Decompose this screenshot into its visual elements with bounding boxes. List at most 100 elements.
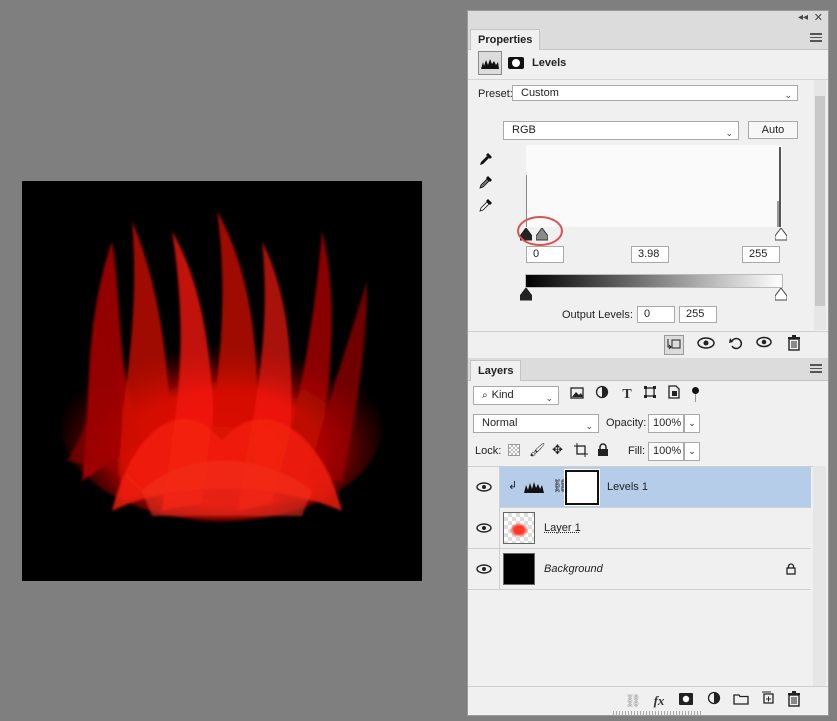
lock-icon <box>786 563 796 575</box>
histogram-white-spike-2 <box>777 201 779 227</box>
output-white-field[interactable]: 255 <box>679 306 717 323</box>
panel-stack: ◂◂ ✕ Properties Levels Preset: Custom ⌄ … <box>467 10 829 716</box>
lock-transparent-icon[interactable] <box>508 444 520 456</box>
channel-value: RGB <box>512 124 536 136</box>
clipping-arrow-icon: ↲ <box>508 480 518 492</box>
panel-menu-icon[interactable] <box>810 364 822 373</box>
layer-row-levels[interactable]: ↲ ⛓ Levels 1 <box>468 467 811 508</box>
mask-icon[interactable] <box>506 53 526 73</box>
visibility-cell[interactable] <box>468 549 500 590</box>
delete-layer-icon[interactable] <box>784 691 804 711</box>
view-previous-state-icon[interactable] <box>696 335 716 355</box>
layer-thumbnail[interactable] <box>503 512 535 544</box>
input-white-slider[interactable] <box>774 227 788 241</box>
chevron-down-icon: ⌄ <box>784 90 792 100</box>
delete-icon[interactable] <box>784 335 804 355</box>
opacity-chevron-icon[interactable]: ⌄ <box>684 414 700 433</box>
blend-mode-dropdown[interactable]: Normal ⌄ <box>473 414 599 433</box>
properties-scrollbar[interactable] <box>814 80 826 330</box>
input-black-field[interactable]: 0 <box>526 246 564 263</box>
layers-scrollbar[interactable] <box>813 466 826 686</box>
visibility-cell[interactable] <box>468 508 500 549</box>
layer-row-layer1[interactable]: Layer 1 <box>468 508 811 549</box>
auto-button[interactable]: Auto <box>748 121 798 139</box>
search-icon: ⌕ <box>482 390 488 401</box>
adjustment-title: Levels <box>532 57 567 69</box>
gray-point-eyedropper[interactable] <box>478 174 494 193</box>
output-gradient-bar <box>525 274 783 288</box>
fill-label: Fill: <box>628 445 646 457</box>
channel-dropdown[interactable]: RGB ⌄ <box>503 121 739 140</box>
layer-list: ↲ ⛓ Levels 1 Layer 1 Background <box>468 466 813 687</box>
layer-name[interactable]: Background <box>544 563 603 575</box>
scroll-thumb[interactable] <box>815 96 825 306</box>
filter-shape-icon[interactable] <box>640 385 660 405</box>
visibility-cell[interactable] <box>468 467 500 508</box>
lock-pixels-icon[interactable]: 🖌 <box>529 442 546 458</box>
new-group-icon[interactable] <box>731 691 751 711</box>
filter-pixel-icon[interactable] <box>567 385 587 405</box>
layer-name[interactable]: Levels 1 <box>607 481 648 493</box>
output-white-slider[interactable] <box>774 287 788 301</box>
levels-histogram <box>526 145 782 227</box>
output-black-slider[interactable] <box>519 287 533 301</box>
lock-all-icon[interactable] <box>597 443 609 460</box>
fill-chevron-icon[interactable]: ⌄ <box>684 442 700 461</box>
white-point-eyedropper[interactable] <box>478 197 494 216</box>
output-black-field[interactable]: 0 <box>637 306 675 323</box>
layer-thumbnail[interactable] <box>503 553 535 585</box>
new-layer-icon[interactable] <box>758 691 778 711</box>
filter-smart-object-icon[interactable] <box>664 385 684 405</box>
clip-to-layer-icon[interactable] <box>664 335 684 355</box>
fire-artwork <box>62 211 382 521</box>
eye-icon[interactable] <box>476 482 492 492</box>
eyedropper-icon <box>479 176 492 189</box>
properties-footer <box>468 331 828 358</box>
eye-icon[interactable] <box>476 523 492 533</box>
input-gamma-field[interactable]: 3.98 <box>631 246 669 263</box>
preset-label: Preset: <box>478 88 513 100</box>
panel-collapse-bar[interactable]: ◂◂ ✕ <box>468 11 828 28</box>
histogram-icon <box>481 59 499 69</box>
opacity-label: Opacity: <box>606 417 647 429</box>
eyedropper-icon <box>480 153 492 165</box>
filter-adjustment-icon[interactable] <box>592 385 612 405</box>
lock-position-icon[interactable]: ✥ <box>552 442 563 458</box>
chevron-down-icon: ⌄ <box>725 128 733 138</box>
histogram-white-spike <box>779 147 781 227</box>
fill-field[interactable]: 100% <box>648 442 684 461</box>
preset-dropdown[interactable]: Custom ⌄ <box>512 85 798 101</box>
link-layers-icon[interactable]: ⛓ <box>623 691 643 711</box>
document-canvas[interactable] <box>22 181 422 581</box>
filter-value: Kind <box>491 389 514 401</box>
layer-name[interactable]: Layer 1 <box>544 522 581 534</box>
black-point-eyedropper[interactable] <box>478 151 494 170</box>
tab-layers[interactable]: Layers <box>470 360 522 381</box>
collapse-icon[interactable]: ◂◂ <box>798 12 808 23</box>
levels-adjustment-icon[interactable] <box>478 51 502 75</box>
output-levels-label: Output Levels: <box>562 309 633 321</box>
chevron-down-icon: ⌄ <box>585 421 593 431</box>
layer-filter-dropdown[interactable]: ⌕ Kind ⌄ <box>473 386 559 405</box>
input-white-field[interactable]: 255 <box>742 246 780 263</box>
filter-type-icon[interactable]: T <box>617 385 637 405</box>
resize-grip[interactable] <box>613 711 703 715</box>
layer-row-background[interactable]: Background <box>468 549 811 590</box>
properties-header: Levels <box>468 49 828 80</box>
preset-value: Custom <box>521 87 559 99</box>
filter-toggle-icon[interactable] <box>692 387 699 394</box>
annotation-circle <box>517 216 563 246</box>
fx-icon[interactable]: fx <box>649 691 669 711</box>
close-icon[interactable]: ✕ <box>814 11 823 24</box>
opacity-field[interactable]: 100% <box>648 414 684 433</box>
toggle-visibility-icon[interactable] <box>754 335 774 355</box>
tab-properties[interactable]: Properties <box>470 29 541 50</box>
new-adjustment-icon[interactable] <box>704 691 724 711</box>
layers-tabbar: Layers <box>468 358 828 381</box>
lock-artboard-icon[interactable] <box>574 443 588 460</box>
reset-icon[interactable] <box>726 335 746 355</box>
add-mask-icon[interactable] <box>676 691 696 711</box>
eye-icon[interactable] <box>476 564 492 574</box>
panel-menu-icon[interactable] <box>810 33 822 42</box>
layer-mask-thumbnail[interactable] <box>564 469 600 506</box>
